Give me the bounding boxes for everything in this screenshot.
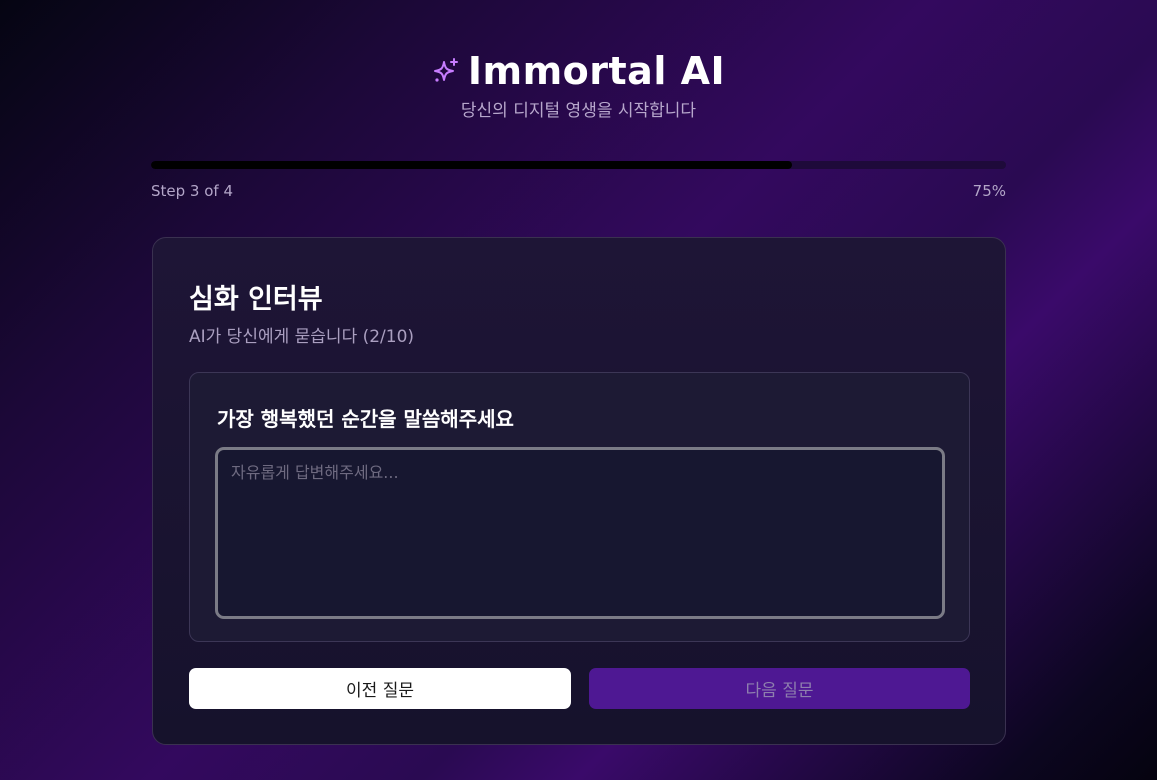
step-indicator: Step 3 of 4 <box>151 182 234 200</box>
app-title: Immortal AI <box>467 49 726 93</box>
progress-bar <box>151 161 1006 169</box>
answer-textarea[interactable] <box>215 447 945 619</box>
progress-percent: 75% <box>972 182 1006 200</box>
progress-fill <box>151 161 793 169</box>
sparkle-icon <box>433 58 458 82</box>
app-subtitle: 당신의 디지털 영생을 시작합니다 <box>460 101 697 121</box>
title-row: Immortal AI <box>432 48 725 94</box>
interview-card: 심화 인터뷰 AI가 당신에게 묻습니다 (2/10) 가장 행복했던 순간을 … <box>152 237 1006 745</box>
previous-question-button[interactable]: 이전 질문 <box>189 668 571 709</box>
app-header: Immortal AI 당신의 디지털 영생을 시작합니다 <box>0 48 1157 122</box>
card-subtitle: AI가 당신에게 묻습니다 (2/10) <box>189 327 415 347</box>
question-text: 가장 행복했던 순간을 말씀해주세요 <box>217 407 514 431</box>
card-title: 심화 인터뷰 <box>189 284 323 315</box>
question-box: 가장 행복했던 순간을 말씀해주세요 <box>189 372 970 642</box>
next-question-button[interactable]: 다음 질문 <box>589 668 970 709</box>
